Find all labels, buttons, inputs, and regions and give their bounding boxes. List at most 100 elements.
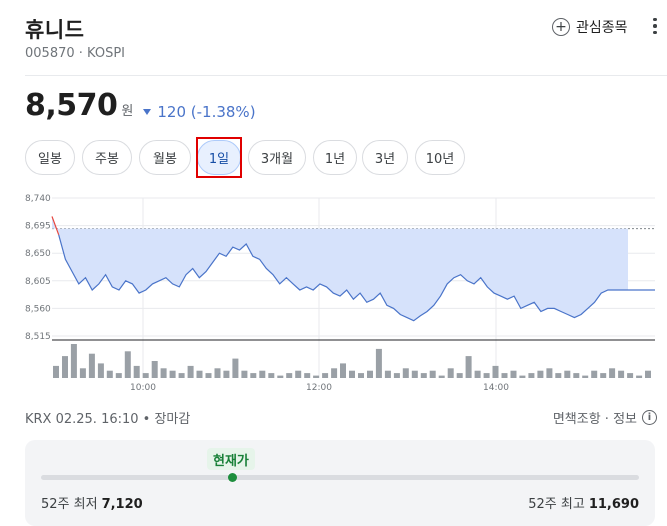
- volume-bar: [286, 373, 293, 378]
- volume-bar: [546, 368, 553, 378]
- volume-bar: [295, 370, 302, 378]
- volume-bar: [384, 370, 391, 378]
- volume-bar: [492, 365, 499, 378]
- volume-bar: [510, 370, 517, 378]
- volume-bar: [151, 361, 158, 378]
- volume-bar: [402, 368, 409, 378]
- disclaimer-label: 면책조항 · 정보: [552, 412, 637, 427]
- volume-bar: [438, 375, 445, 378]
- volume-bar: [97, 363, 104, 378]
- divider: [25, 75, 667, 76]
- volume-bar: [582, 375, 589, 378]
- volume-bar: [358, 373, 364, 378]
- price-change-value: 120 (-1.38%): [157, 103, 256, 121]
- range-high-label: 52주 최고: [528, 497, 585, 512]
- volume-bar: [250, 373, 257, 378]
- y-tick-label: 8,695: [25, 222, 51, 232]
- volume-bar: [214, 368, 221, 378]
- chart-footer: KRX 02.25. 16:10 • 장마감 면책조항 · 정보 i: [25, 408, 657, 428]
- current-price: 8,570: [25, 88, 118, 123]
- volume-bar: [205, 373, 212, 378]
- volume-bar: [79, 368, 86, 378]
- volume-bar: [62, 356, 68, 378]
- volume-bar: [564, 370, 571, 378]
- x-tick-label: 14:00: [483, 383, 509, 393]
- tab-period[interactable]: 3년: [362, 140, 408, 175]
- volume-bar: [124, 351, 131, 378]
- volume-bar: [187, 365, 194, 378]
- volume-bar: [465, 356, 472, 378]
- tab-period[interactable]: 10년: [415, 140, 465, 175]
- volume-bar: [429, 370, 436, 378]
- volume-bar: [555, 373, 562, 378]
- y-tick-label: 8,515: [25, 332, 51, 342]
- volume-bar: [142, 373, 149, 378]
- volume-bar: [349, 370, 355, 378]
- down-triangle-icon: [143, 109, 152, 115]
- range-high-value: 11,690: [588, 497, 639, 512]
- x-tick-label: 12:00: [306, 383, 332, 393]
- volume-bar: [411, 370, 418, 378]
- price-chart-svg: 8,740 8,695 8,650 8,605 8,560 8,515 10:00 12:00…: [25, 194, 655, 393]
- volume-bar: [474, 370, 481, 378]
- active-tab-highlight: [196, 137, 242, 178]
- tab-period[interactable]: 1년: [313, 140, 357, 175]
- info-icon: i: [642, 410, 657, 425]
- price-chart[interactable]: 8,740 8,695 8,650 8,605 8,560 8,515 10:00 12:00…: [0, 186, 667, 396]
- volume-bar: [304, 373, 311, 378]
- volume-bar: [313, 375, 320, 378]
- y-tick-label: 8,650: [25, 249, 51, 259]
- volume-bar: [196, 370, 203, 378]
- tab-period[interactable]: 일봉: [25, 140, 75, 175]
- volume-bar: [367, 370, 373, 378]
- volume-bar: [375, 348, 382, 378]
- stock-header: 휴니드 005870 · KOSPI + 관심종목: [0, 0, 667, 76]
- volume-bar: [169, 370, 176, 378]
- volume-bar: [88, 353, 95, 378]
- range-low-value: 7,120: [101, 497, 143, 512]
- price-unit: 원: [121, 104, 134, 119]
- volume-bar: [232, 358, 239, 378]
- range-current-marker: [228, 473, 237, 482]
- range-low-label: 52주 최저: [41, 497, 98, 512]
- volume-bar: [259, 370, 266, 378]
- volume-bar: [70, 344, 77, 378]
- add-watchlist-button[interactable]: + 관심종목: [552, 16, 628, 38]
- tab-period[interactable]: 주봉: [82, 140, 132, 175]
- volume-bar: [133, 365, 140, 378]
- volume-bar: [636, 375, 643, 378]
- volume-bar: [609, 368, 616, 378]
- tab-period[interactable]: 월봉: [139, 140, 191, 175]
- stock-code-market: 005870 · KOSPI: [25, 46, 125, 61]
- volume-bar: [537, 370, 544, 378]
- range-high: 52주 최고 11,690: [528, 493, 639, 512]
- volume-bar: [393, 373, 400, 378]
- more-vert-icon[interactable]: [650, 14, 660, 38]
- range-52week-card: 현재가 52주 최저 7,120 52주 최고 11,690: [25, 440, 655, 526]
- volume-bar: [456, 373, 463, 378]
- volume-bar: [528, 373, 535, 378]
- volume-bar: [600, 373, 607, 378]
- volume-bar: [53, 365, 59, 378]
- tab-period[interactable]: 3개월: [248, 140, 306, 175]
- volume-bar: [106, 370, 113, 378]
- volume-bar: [420, 373, 427, 378]
- watchlist-label: 관심종목: [576, 20, 628, 36]
- volume-bar: [501, 373, 508, 378]
- y-tick-label: 8,605: [25, 277, 51, 287]
- current-price-badge: 현재가: [207, 448, 255, 470]
- volume-bar: [178, 373, 185, 378]
- price-change: 120 (-1.38%): [143, 103, 256, 121]
- plus-circle-icon: +: [552, 18, 570, 36]
- volume-bar: [519, 375, 526, 378]
- volume-bar: [322, 373, 329, 378]
- stock-name: 휴니드: [25, 18, 85, 42]
- disclaimer-link[interactable]: 면책조항 · 정보 i: [553, 408, 657, 427]
- volume-bar: [591, 370, 598, 378]
- volume-bar: [573, 373, 580, 378]
- range-low: 52주 최저 7,120: [41, 493, 143, 512]
- range-bar: [41, 475, 639, 480]
- volume-bar: [447, 368, 454, 378]
- volume-bar: [268, 373, 275, 378]
- volume-bar: [160, 368, 167, 378]
